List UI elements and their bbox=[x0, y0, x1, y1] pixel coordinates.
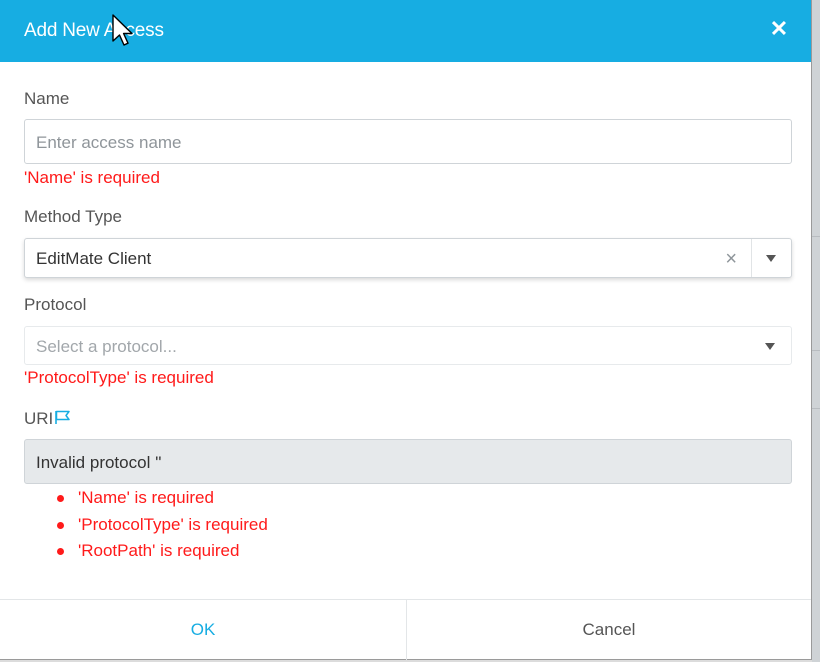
uri-label-text: URI bbox=[24, 409, 54, 428]
validation-error-text: 'RootPath' is required bbox=[78, 541, 240, 560]
protocol-dropdown-arrow[interactable] bbox=[751, 327, 791, 364]
mouse-cursor-icon bbox=[112, 14, 133, 46]
list-item: 'RootPath' is required bbox=[52, 539, 268, 566]
validation-error-text: 'ProtocolType' is required bbox=[78, 514, 268, 534]
validation-error-text: 'Name' is required bbox=[78, 488, 214, 507]
bullet-icon bbox=[57, 495, 64, 502]
edge-line bbox=[812, 408, 820, 409]
protocol-select[interactable]: Select a protocol... bbox=[24, 326, 792, 365]
method-type-select[interactable]: EditMate Client × bbox=[24, 238, 792, 278]
dialog-footer: OK Cancel bbox=[0, 599, 811, 661]
uri-value: Invalid protocol '' bbox=[36, 453, 162, 472]
background-page-edge bbox=[812, 0, 820, 662]
clear-icon[interactable]: × bbox=[725, 239, 737, 279]
method-type-value: EditMate Client bbox=[36, 249, 152, 268]
bullet-icon bbox=[57, 521, 64, 529]
edge-line bbox=[812, 236, 820, 237]
list-item: 'Name' is required bbox=[52, 486, 268, 513]
chevron-down-icon bbox=[765, 342, 775, 350]
list-item: 'ProtocolType' is required bbox=[52, 513, 268, 540]
protocol-placeholder: Select a protocol... bbox=[36, 337, 177, 356]
dialog-title: Add New Access bbox=[24, 20, 164, 41]
edge-line bbox=[812, 350, 820, 351]
protocol-label: Protocol bbox=[24, 295, 87, 314]
bullet-icon bbox=[57, 548, 64, 555]
method-type-label: Method Type bbox=[24, 207, 122, 226]
uri-label: URI bbox=[24, 409, 72, 429]
cancel-button[interactable]: Cancel bbox=[407, 600, 811, 660]
protocol-error: 'ProtocolType' is required bbox=[24, 368, 214, 387]
name-input[interactable]: Enter access name bbox=[24, 119, 792, 164]
name-input-placeholder: Enter access name bbox=[36, 133, 182, 152]
flag-icon[interactable] bbox=[54, 409, 72, 425]
method-type-dropdown-arrow[interactable] bbox=[751, 239, 791, 277]
validation-error-list: 'Name' is required 'ProtocolType' is req… bbox=[52, 486, 268, 566]
name-error: 'Name' is required bbox=[24, 168, 160, 187]
ok-button[interactable]: OK bbox=[0, 600, 406, 660]
name-label: Name bbox=[24, 89, 70, 108]
add-access-dialog: Add New Access ✕ Name Enter access name … bbox=[0, 0, 812, 660]
close-icon[interactable]: ✕ bbox=[767, 17, 791, 41]
uri-field: Invalid protocol '' bbox=[24, 439, 792, 484]
chevron-down-icon bbox=[766, 255, 776, 262]
